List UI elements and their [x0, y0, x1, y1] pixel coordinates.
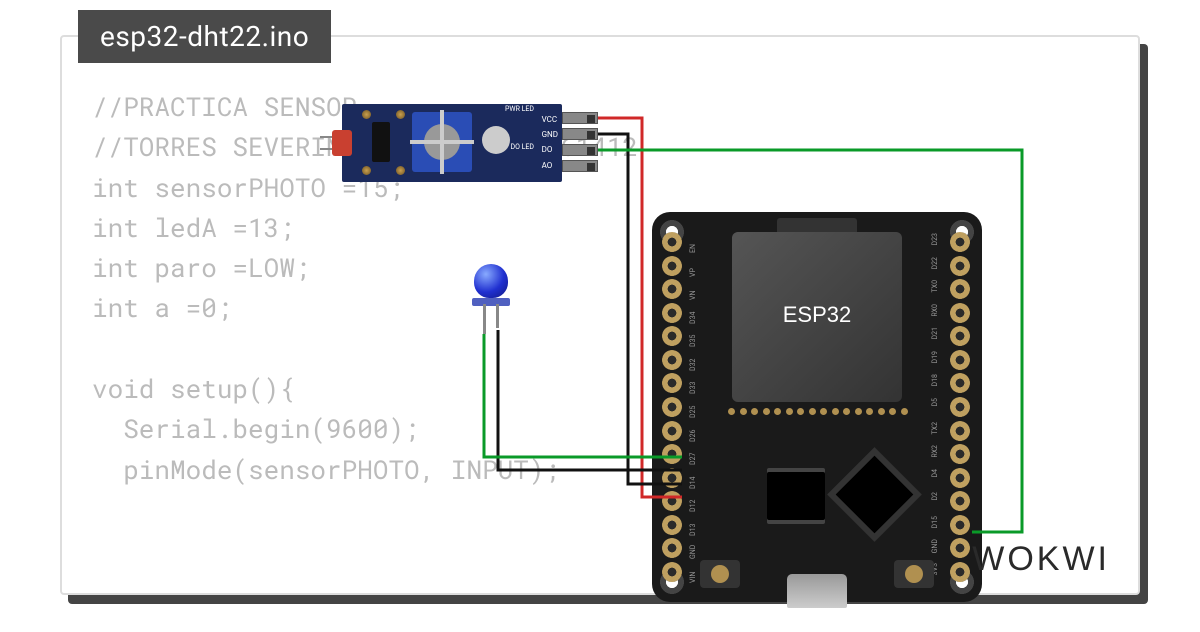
- sensor-pin-header[interactable]: [562, 112, 598, 172]
- sensor-pin-gnd[interactable]: [562, 128, 598, 140]
- esp32-right-pin-labels: D23D22TX0RX0D21D19D18D5TX2RX2D4D2D15GND3…: [928, 236, 948, 580]
- blue-led[interactable]: [474, 264, 508, 306]
- esp32-right-pinrow[interactable]: [950, 232, 972, 582]
- esp32-left-pinrow[interactable]: [662, 232, 684, 582]
- photoresistor-icon: [332, 130, 352, 156]
- esp32-boot-button[interactable]: [700, 560, 740, 588]
- esp32-en-button[interactable]: [894, 560, 934, 588]
- sensor-pad-icon: [396, 166, 405, 175]
- sensor-led-labels: PWR LED DO LED: [505, 106, 534, 151]
- regulator-chip-icon: [767, 472, 825, 520]
- module-pad-row: [728, 408, 908, 426]
- led-bulb-icon: [474, 264, 508, 298]
- sensor-pad-icon: [362, 166, 371, 175]
- file-tab[interactable]: esp32-dht22.ino: [78, 10, 331, 63]
- sensor-pad-icon: [396, 110, 405, 119]
- usb-chip-icon: [836, 456, 914, 534]
- micro-usb-port[interactable]: [787, 574, 847, 608]
- led-anode-leg[interactable]: [483, 304, 486, 334]
- sensor-pin-do[interactable]: [562, 144, 598, 156]
- sensor-pin-labels: VCC GND DO AO: [542, 112, 558, 173]
- file-tab-label: esp32-dht22.ino: [100, 20, 309, 53]
- potentiometer-slot-icon: [410, 140, 474, 144]
- sensor-pin-ao[interactable]: [562, 160, 598, 172]
- sensor-pad-icon: [362, 110, 371, 119]
- esp32-board[interactable]: ESP32 ENVPVND34D35D32D33D25D26D27D14D12D…: [652, 212, 982, 602]
- preview-card: //PRACTICA SENSOR //TORRES SEVERINO 3614…: [60, 35, 1140, 595]
- esp32-shield-label: ESP32: [732, 302, 902, 328]
- esp32-shield: ESP32: [732, 232, 902, 402]
- led-base-icon: [472, 298, 510, 306]
- sensor-pin-vcc[interactable]: [562, 112, 598, 124]
- ldr-sensor-module[interactable]: PWR LED DO LED VCC GND DO AO: [342, 104, 562, 182]
- sensor-ic-icon: [372, 122, 390, 162]
- esp32-left-pin-labels: ENVPVND34D35D32D33D25D26D27D14D12D13GNDV…: [686, 236, 706, 580]
- led-cathode-leg[interactable]: [496, 304, 499, 328]
- wokwi-brand: WOKWI: [972, 540, 1110, 579]
